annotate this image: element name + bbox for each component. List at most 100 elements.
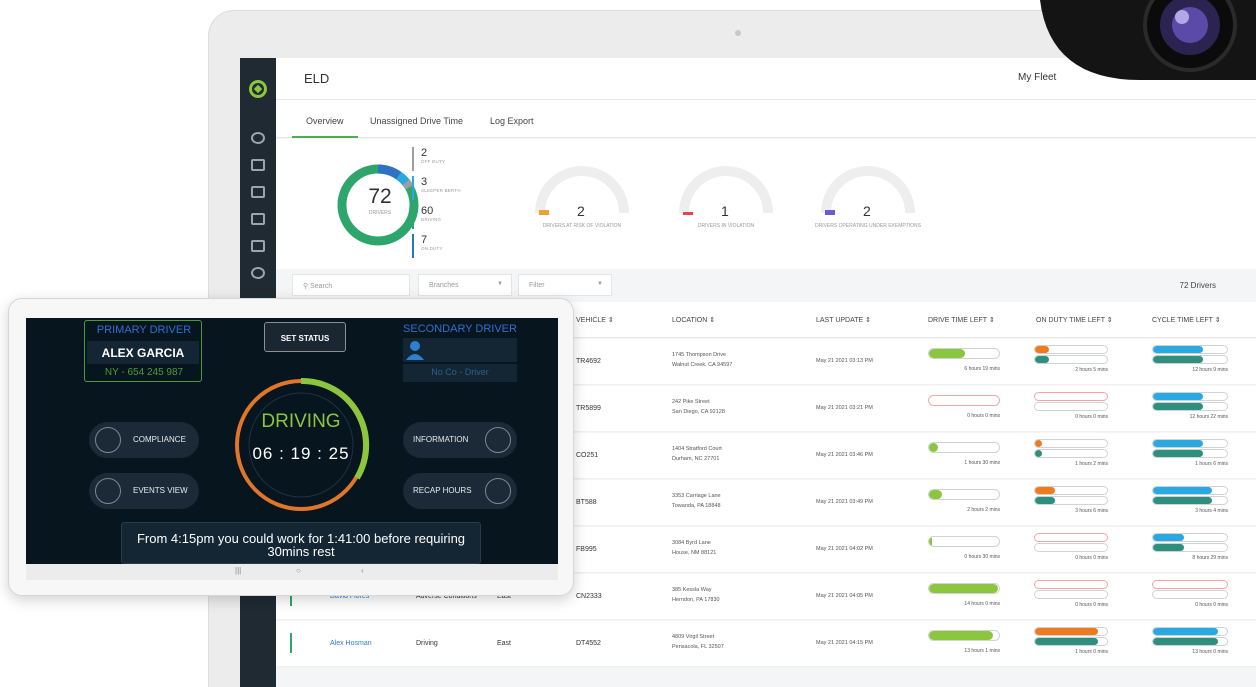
stat-driving-value: 60 [421,205,434,217]
col-location[interactable]: LOCATION ⇕ [672,316,715,324]
driver-name-link[interactable]: Alex Hosman [330,640,372,647]
branches-select[interactable]: Branches ▼ [418,274,512,296]
chevron-down-icon: ▼ [497,281,503,287]
risk-gauge-marker [539,210,549,215]
drive-time-bar [928,489,1000,500]
on-duty-time-left: 0 hours 0 mins [1075,414,1108,420]
on-duty-bar [1034,439,1108,448]
settings-icon[interactable] [251,267,265,279]
on-duty-bar-secondary [1034,355,1108,364]
total-drivers-label: DRIVERS [368,210,392,216]
duty-status: Driving [416,640,438,647]
recap-hours-label: RECAP HOURS [413,486,472,495]
vehicle-id: DT4552 [576,640,601,647]
tab-unassigned-drive-time[interactable]: Unassigned Drive Time [370,116,463,126]
home-icon[interactable]: ○ [296,566,301,575]
information-button[interactable]: INFORMATION [403,422,517,458]
on-duty-bar-secondary [1034,496,1108,505]
cycle-time-left: 3 hours 4 mins [1195,508,1228,514]
vehicle-id: BT588 [576,499,597,506]
compliance-button[interactable]: COMPLIANCE [89,422,199,458]
on-duty-bar-secondary [1034,543,1108,552]
tab-log-export[interactable]: Log Export [490,116,534,126]
drive-time-fill [929,349,966,358]
location-line2: Towanda, PA 18848 [672,503,721,509]
document-icon [95,427,121,453]
set-status-button[interactable]: SET STATUS [264,322,346,352]
recap-hours-button[interactable]: RECAP HOURS [403,473,517,509]
risk-gauge-value: 2 [577,203,585,219]
drive-time-bar [928,583,1000,594]
status-indicator [290,633,292,653]
filter-select[interactable]: Filter ▼ [518,274,612,296]
back-icon[interactable]: ‹ [361,566,364,575]
on-duty-time-left: 3 hours 6 mins [1075,508,1108,514]
cycle-time-left: 1 hours 6 mins [1195,461,1228,467]
drive-time-left: 0 hours 0 mins [967,413,1000,419]
reports-icon[interactable] [251,240,265,252]
table-row[interactable]: Alex Hosman Driving East DT4552 4809 Virgil … [276,621,1256,667]
cycle-bar-secondary [1152,449,1228,458]
cycle-fill [1153,628,1219,635]
messages-icon[interactable] [251,159,265,171]
clipboard-icon[interactable] [251,213,265,225]
on-duty-bar-secondary [1034,449,1108,458]
drive-time-fill [929,443,939,452]
location-line1: 1404 Stratford Court [672,446,722,452]
region: East [497,640,512,647]
stat-off-duty: 2 OFF DUTY [412,147,445,171]
col-cycle-time-left[interactable]: CYCLE TIME LEFT ⇕ [1152,316,1221,324]
location-line2: Walnut Creek, CA 94597 [672,362,733,368]
col-last-update[interactable]: LAST UPDATE ⇕ [816,316,871,324]
rest-requirement-message: From 4:15pm you could work for 1:41:00 b… [121,522,481,564]
drive-time-left: 14 hours 0 mins [964,601,1000,607]
vehicle-id: FB995 [576,546,597,553]
violation-gauge-marker [683,212,693,215]
dashboard-icon[interactable] [251,132,265,144]
primary-driver-card[interactable]: PRIMARY DRIVER ALEX GARCIA NY - 654 245 … [84,320,202,382]
tab-overview[interactable]: Overview [292,116,357,138]
on-duty-bar [1034,486,1108,495]
events-view-button[interactable]: EVENTS VIEW [89,473,199,509]
on-duty-bar [1034,345,1108,354]
app-logo-icon[interactable] [249,80,267,98]
cycle-fill [1153,393,1204,400]
secondary-driver-avatar [403,338,517,362]
col-on-duty-time-left[interactable]: ON DUTY TIME LEFT ⇕ [1036,316,1113,324]
secondary-driver-card[interactable]: SECONDARY DRIVER No Co - Driver [403,320,517,382]
app-title: ELD [304,71,330,86]
stat-sleeper-label: SLEEPER BERTH [421,188,461,193]
on-duty-time-left: 0 hours 0 mins [1075,555,1108,561]
chevron-down-icon: ▼ [597,281,603,287]
drive-time-remaining: 06 : 19 : 25 [252,444,350,463]
search-placeholder: Search [310,283,333,290]
on-duty-time-left: 2 hours 5 mins [1075,367,1108,373]
search-input[interactable]: ⚲ Search [292,274,410,296]
location-line1: 3084 Byrd Lane [672,540,711,546]
vehicle-icon[interactable] [251,186,265,198]
filter-label: Filter [529,282,545,289]
col-vehicle[interactable]: VEHICLE ⇕ [576,316,614,324]
recent-apps-icon[interactable]: ||| [235,566,241,575]
exemptions-gauge-value: 2 [863,203,871,219]
cycle-time-left: 13 hours 0 mins [1192,649,1228,655]
cycle-fill [1153,346,1204,353]
vehicle-id: TR4692 [576,358,601,365]
location-line1: 385 Kessla Way [672,587,712,593]
drive-time-bar [928,348,1000,359]
col-drive-time-left[interactable]: DRIVE TIME LEFT ⇕ [928,316,995,324]
location-line1: 242 Pike Street [672,399,710,405]
cycle-time-left: 8 hours 29 mins [1192,555,1228,561]
last-update: May 21 2021 03:49 PM [816,499,873,505]
drive-time-fill [929,490,942,499]
on-duty-bar [1034,627,1108,636]
location-line2: Herndon, PA 17830 [672,597,720,603]
location-line1: 3353 Carriage Lane [672,493,721,499]
on-duty-time-left: 0 hours 0 mins [1075,602,1108,608]
drive-time-left: 2 hours 2 mins [967,507,1000,513]
cycle-bar [1152,580,1228,589]
drivers-count: 72 Drivers [1179,281,1216,290]
risk-gauge-label: DRIVERS AT RISK OF VIOLATION [542,223,622,229]
cycle-secondary-fill [1153,544,1185,551]
duty-status-label: DRIVING [261,411,341,432]
